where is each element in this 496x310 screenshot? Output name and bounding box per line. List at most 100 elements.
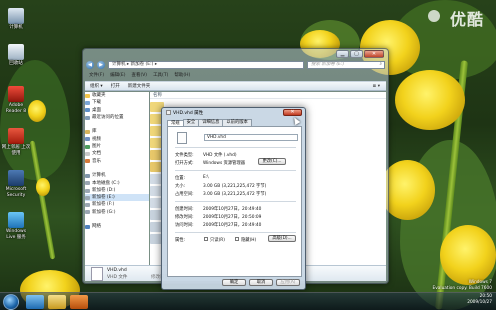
opens-with-label: 打开方式: — [175, 161, 194, 166]
sidebar-item[interactable]: 桌面 — [85, 107, 149, 114]
sidebar-item[interactable]: 文档 — [85, 150, 149, 157]
menu-help[interactable]: 帮助(H) — [174, 72, 190, 80]
new-folder-button[interactable]: 新建文件夹 — [128, 82, 151, 90]
navigation-pane: 收藏夹 下载 桌面 最近访问的位置库视频 图片 文档 音乐 计算机 本地磁盘 (C:) 新加卷 (… — [85, 92, 149, 267]
forward-arrow-icon[interactable]: ▶ — [97, 61, 105, 69]
menu-view[interactable]: 查看(V) — [131, 72, 147, 80]
menu-edit[interactable]: 编辑(E) — [110, 72, 125, 80]
minimize-button[interactable]: ▁ — [336, 50, 349, 58]
menu-file[interactable]: 文件(F) — [89, 72, 104, 80]
maximize-button[interactable]: ▢ — [350, 50, 363, 58]
apply-button[interactable]: 应用(A) — [276, 279, 300, 286]
menu-tools[interactable]: 工具(T) — [153, 72, 168, 80]
sidebar-item — [85, 121, 149, 128]
recycle-bin-icon — [8, 44, 24, 60]
created-label: 创建时间: — [175, 207, 194, 212]
readonly-checkbox[interactable] — [204, 237, 208, 241]
properties-dialog[interactable]: VHD.vhd 属性 ✕ 常规 安全 详细信息 以前的版本 VHD.vhd 文件… — [161, 107, 306, 290]
system-tray-clock[interactable]: 20:50 2009/10/27 — [467, 294, 492, 305]
library-icon — [85, 130, 90, 135]
size-label: 大小: — [175, 184, 186, 189]
sidebar-item[interactable]: 最近访问的位置 — [85, 114, 149, 121]
windows-live-icon — [8, 212, 24, 228]
sidebar-item[interactable]: 网络 — [85, 223, 149, 230]
sidebar-item[interactable]: 本地磁盘 (C:) — [85, 180, 149, 187]
media-player-icon[interactable] — [70, 295, 88, 309]
sidebar-item-label: 新加卷 (F:) — [92, 202, 115, 208]
dialog-close-button[interactable]: ✕ — [283, 109, 302, 116]
back-arrow-icon[interactable]: ◀ — [86, 61, 94, 69]
sidebar-item-label: 文档 — [92, 151, 101, 157]
sidebar-item-label: 桌面 — [92, 107, 101, 113]
desktop-icon-network[interactable]: 网上邻居 上次使用 — [1, 128, 31, 156]
sidebar-item[interactable]: 新加卷 (G:) — [85, 209, 149, 216]
sidebar-item[interactable]: 下载 — [85, 99, 149, 106]
file-name-field[interactable]: VHD.vhd — [204, 134, 298, 141]
view-options-button[interactable]: ≣ ▾ — [373, 82, 386, 90]
network-icon — [8, 128, 24, 144]
attributes-label: 属性: — [175, 238, 186, 243]
flower-shape — [440, 225, 496, 285]
sidebar-item[interactable]: 新加卷 (D:) — [85, 187, 149, 194]
modified-value: 2009年10月27日，20:50:09 — [203, 215, 262, 220]
taskbar: 20:50 2009/10/27 — [0, 292, 496, 310]
tab-details[interactable]: 详细信息 — [198, 119, 224, 126]
advanced-button[interactable]: 高级(D)... — [268, 235, 296, 242]
network-icon — [85, 224, 90, 229]
sidebar-item-label: 视频 — [92, 136, 101, 142]
file-type-value: VHD 文件 (.vhd) — [203, 153, 237, 158]
sidebar-item-label: 新加卷 (D:) — [92, 187, 116, 193]
divider — [175, 232, 296, 233]
start-button[interactable] — [3, 294, 19, 310]
windows-evaluation-notice: Windows 7 Evaluation copy. Build 7600 — [432, 280, 492, 291]
column-header-name[interactable]: 名称 — [150, 92, 386, 99]
menu-bar: 文件(F) 编辑(E) 查看(V) 工具(T) 帮助(H) — [85, 72, 386, 80]
sidebar-item[interactable]: 收藏夹 — [85, 92, 149, 99]
drive-icon — [85, 188, 90, 193]
cancel-button[interactable]: 取消 — [249, 279, 273, 286]
details-file-name: VHD.vhd — [107, 268, 127, 273]
tab-previous-versions[interactable]: 以前的版本 — [222, 119, 252, 126]
sidebar-item[interactable]: 视频 — [85, 136, 149, 143]
folder-icon[interactable] — [48, 295, 66, 309]
desktop-icon-computer[interactable]: 计算机 — [1, 8, 31, 31]
security-icon — [8, 170, 24, 186]
change-button[interactable]: 更改(C)... — [258, 158, 286, 165]
sidebar-item[interactable]: 图片 — [85, 143, 149, 150]
desktop-icon-recycle-bin[interactable]: 回收站 — [1, 44, 31, 67]
hidden-checkbox[interactable] — [235, 237, 239, 241]
sidebar-item — [85, 165, 149, 172]
sidebar-item[interactable]: 库 — [85, 128, 149, 135]
tab-security[interactable]: 安全 — [182, 119, 200, 126]
organize-button[interactable]: 组织 ▾ — [90, 82, 103, 90]
address-bar[interactable]: 计算机 ▸ 新加卷 (E:) ▸ — [108, 61, 304, 69]
ok-button[interactable]: 确定 — [222, 279, 246, 286]
sidebar-item[interactable]: 计算机 — [85, 172, 149, 179]
vhd-file-icon — [91, 267, 103, 281]
sidebar-item[interactable]: 音乐 — [85, 158, 149, 165]
sidebar-item-label: 音乐 — [92, 158, 101, 164]
download-folder-icon — [85, 100, 90, 105]
size-value: 3.00 GB (3,221,225,472 字节) — [203, 184, 267, 189]
drive-icon — [85, 203, 90, 208]
search-input[interactable]: 搜索 新加卷 (E:) ⌕ — [307, 61, 385, 69]
desktop-icon-security[interactable]: Microsoft Security — [1, 170, 31, 198]
dialog-tabs: 常规 安全 详细信息 以前的版本 — [167, 119, 252, 127]
sidebar-item[interactable]: 新加卷 (E:) — [85, 194, 149, 202]
sidebar-item-label: 最近访问的位置 — [92, 114, 124, 120]
desktop-icon-adobe-reader[interactable]: Adobe Reader 8 — [1, 86, 31, 114]
close-button[interactable]: ✕ — [364, 50, 384, 58]
internet-explorer-icon[interactable] — [26, 295, 44, 309]
size-on-disk-value: 3.00 GB (3,221,225,472 字节) — [203, 192, 267, 197]
open-button[interactable]: 打开 — [111, 82, 120, 90]
desktop-icon-windows-live[interactable]: Windows Live 服务 — [1, 212, 31, 240]
sidebar-item — [85, 216, 149, 223]
created-value: 2009年10月27日，20:49:40 — [203, 207, 262, 212]
sidebar-item[interactable]: 新加卷 (F:) — [85, 201, 149, 208]
documents-library-icon — [85, 152, 90, 157]
youku-logo-icon — [428, 10, 440, 22]
recent-places-icon — [85, 115, 90, 120]
sidebar-item-label: 图片 — [92, 144, 101, 150]
modified-label: 修改时间: — [175, 215, 194, 220]
size-on-disk-label: 占用空间: — [175, 192, 194, 197]
